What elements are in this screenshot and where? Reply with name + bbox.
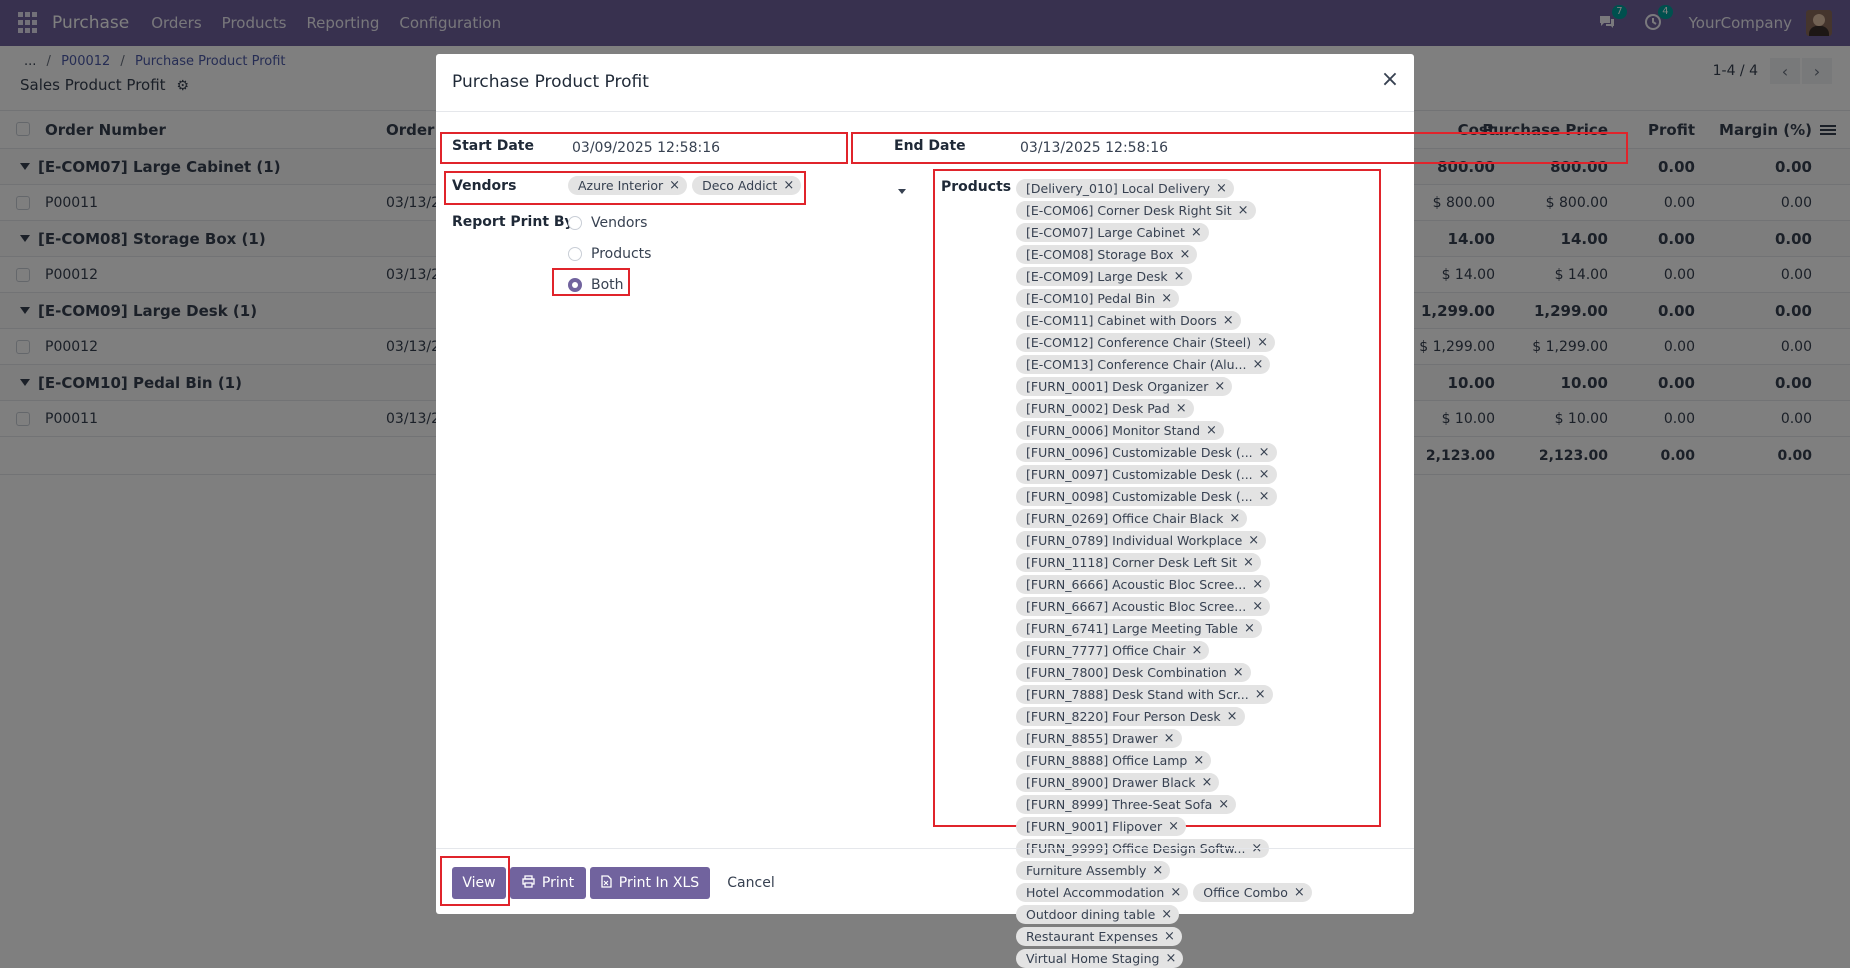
remove-tag-icon[interactable]: × xyxy=(1180,247,1191,262)
remove-tag-icon[interactable]: × xyxy=(1176,401,1187,416)
chevron-down-icon[interactable] xyxy=(898,189,906,194)
products-highlight: Products [Delivery_010] Local Delivery × [… xyxy=(933,169,1381,968)
remove-tag-icon[interactable]: × xyxy=(1201,775,1212,790)
end-date-highlight xyxy=(851,132,1628,164)
vendor-tag: Azure Interior × xyxy=(568,176,688,195)
purchase-product-profit-dialog: Purchase Product Profit × Start Date 03/… xyxy=(436,54,1628,968)
product-tag: [E-COM11] Cabinet with Doors × xyxy=(1016,311,1241,330)
printer-icon xyxy=(522,874,535,892)
remove-tag-icon[interactable]: × xyxy=(1165,951,1176,966)
product-tag: [FURN_8888] Office Lamp × xyxy=(1016,751,1212,770)
modal-footer: View Print Print In XLS Cancel xyxy=(436,848,1414,914)
product-tag: [FURN_9001] Flipover × xyxy=(1016,817,1187,836)
product-tag: [E-COM06] Corner Desk Right Sit × xyxy=(1016,201,1256,220)
remove-tag-icon[interactable]: × xyxy=(1244,621,1255,636)
remove-tag-icon[interactable]: × xyxy=(1257,335,1268,350)
remove-tag-icon[interactable]: × xyxy=(1227,709,1238,724)
product-tag: [E-COM08] Storage Box × xyxy=(1016,245,1198,264)
file-icon xyxy=(601,874,612,892)
product-tag: [E-COM12] Conference Chair (Steel) × xyxy=(1016,333,1276,352)
product-tag: [FURN_6666] Acoustic Bloc Scree... × xyxy=(1016,575,1271,594)
modal-title: Purchase Product Profit xyxy=(452,72,649,92)
remove-tag-icon[interactable]: × xyxy=(1214,379,1225,394)
remove-tag-icon[interactable]: × xyxy=(1229,511,1240,526)
remove-tag-icon[interactable]: × xyxy=(1161,291,1172,306)
remove-tag-icon[interactable]: × xyxy=(1252,599,1263,614)
product-tag: [FURN_6741] Large Meeting Table × xyxy=(1016,619,1262,638)
radio-button[interactable] xyxy=(568,216,582,230)
remove-tag-icon[interactable]: × xyxy=(1243,555,1254,570)
product-tag: [FURN_0789] Individual Workplace × xyxy=(1016,531,1267,550)
remove-tag-icon[interactable]: × xyxy=(1233,665,1244,680)
products-label: Products xyxy=(941,179,1012,195)
print-xls-button[interactable]: Print In XLS xyxy=(590,867,710,899)
product-tag: [FURN_7888] Desk Stand with Scr... × xyxy=(1016,685,1273,704)
product-tag: Restaurant Expenses × xyxy=(1016,927,1182,946)
product-tag: [FURN_0098] Customizable Desk (... × xyxy=(1016,487,1277,506)
remove-tag-icon[interactable]: × xyxy=(1255,687,1266,702)
remove-tag-icon[interactable]: × xyxy=(1191,225,1202,240)
remove-tag-icon[interactable]: × xyxy=(1206,423,1217,438)
remove-tag-icon[interactable]: × xyxy=(1174,269,1185,284)
product-tag: [FURN_7777] Office Chair × xyxy=(1016,641,1210,660)
remove-tag-icon[interactable]: × xyxy=(1259,489,1270,504)
end-date-label: End Date xyxy=(894,138,966,154)
remove-tag-icon[interactable]: × xyxy=(1193,753,1204,768)
product-tag: [E-COM13] Conference Chair (Alu... × xyxy=(1016,355,1271,374)
remove-tag-icon[interactable]: × xyxy=(1164,731,1175,746)
product-tag: Virtual Home Staging × xyxy=(1016,949,1184,968)
vendor-tag: Deco Addict × xyxy=(692,176,802,195)
product-tag: [FURN_1118] Corner Desk Left Sit × xyxy=(1016,553,1261,572)
product-tag: [FURN_6667] Acoustic Bloc Scree... × xyxy=(1016,597,1271,616)
cancel-button[interactable]: Cancel xyxy=(716,867,786,899)
radio-products[interactable]: Products xyxy=(568,246,651,262)
remove-tag-icon[interactable]: × xyxy=(1259,445,1270,460)
print-button[interactable]: Print xyxy=(510,867,586,899)
product-tag: [FURN_0269] Office Chair Black × xyxy=(1016,509,1248,528)
remove-tag-icon[interactable]: × xyxy=(1252,357,1263,372)
remove-tag-icon[interactable]: × xyxy=(669,178,680,193)
radio-button-selected[interactable] xyxy=(568,278,582,292)
modal-header: Purchase Product Profit × xyxy=(436,54,1414,112)
start-date-label: Start Date xyxy=(452,138,534,154)
radio-both[interactable]: Both xyxy=(568,277,624,293)
report-print-by-label: Report Print By xyxy=(452,214,574,230)
product-tag: [FURN_8999] Three-Seat Sofa × xyxy=(1016,795,1237,814)
remove-tag-icon[interactable]: × xyxy=(1238,203,1249,218)
vendors-label: Vendors xyxy=(452,178,517,194)
view-button[interactable]: View xyxy=(452,867,506,899)
product-tag: [FURN_0006] Monitor Stand × xyxy=(1016,421,1224,440)
remove-tag-icon[interactable]: × xyxy=(1192,643,1203,658)
remove-tag-icon[interactable]: × xyxy=(1223,313,1234,328)
product-tag: [E-COM10] Pedal Bin × xyxy=(1016,289,1180,308)
product-tag: [E-COM07] Large Cabinet × xyxy=(1016,223,1209,242)
product-tag: [FURN_0002] Desk Pad × xyxy=(1016,399,1194,418)
product-tag: [FURN_0097] Customizable Desk (... × xyxy=(1016,465,1277,484)
remove-tag-icon[interactable]: × xyxy=(1218,797,1229,812)
remove-tag-icon[interactable]: × xyxy=(1216,181,1227,196)
close-icon[interactable]: × xyxy=(1380,69,1400,91)
remove-tag-icon[interactable]: × xyxy=(1248,533,1259,548)
product-tag: [FURN_8900] Drawer Black × xyxy=(1016,773,1220,792)
remove-tag-icon[interactable]: × xyxy=(1252,577,1263,592)
product-tag: [FURN_0096] Customizable Desk (... × xyxy=(1016,443,1277,462)
product-tag: [E-COM09] Large Desk × xyxy=(1016,267,1192,286)
product-tag: [FURN_0001] Desk Organizer × xyxy=(1016,377,1233,396)
remove-tag-icon[interactable]: × xyxy=(1168,819,1179,834)
product-tag: [FURN_8855] Drawer × xyxy=(1016,729,1182,748)
product-tag: [FURN_7800] Desk Combination × xyxy=(1016,663,1251,682)
remove-tag-icon[interactable]: × xyxy=(1259,467,1270,482)
vendors-field[interactable]: Azure Interior × Deco Addict × xyxy=(568,176,806,198)
end-date-field[interactable]: 03/13/2025 12:58:16 xyxy=(1020,140,1168,156)
product-tag: [Delivery_010] Local Delivery × xyxy=(1016,179,1234,198)
remove-tag-icon[interactable]: × xyxy=(1164,929,1175,944)
radio-button[interactable] xyxy=(568,247,582,261)
product-tag: [FURN_8220] Four Person Desk × xyxy=(1016,707,1245,726)
remove-tag-icon[interactable]: × xyxy=(783,178,794,193)
start-date-field[interactable]: 03/09/2025 12:58:16 xyxy=(572,140,720,156)
radio-vendors[interactable]: Vendors xyxy=(568,215,647,231)
